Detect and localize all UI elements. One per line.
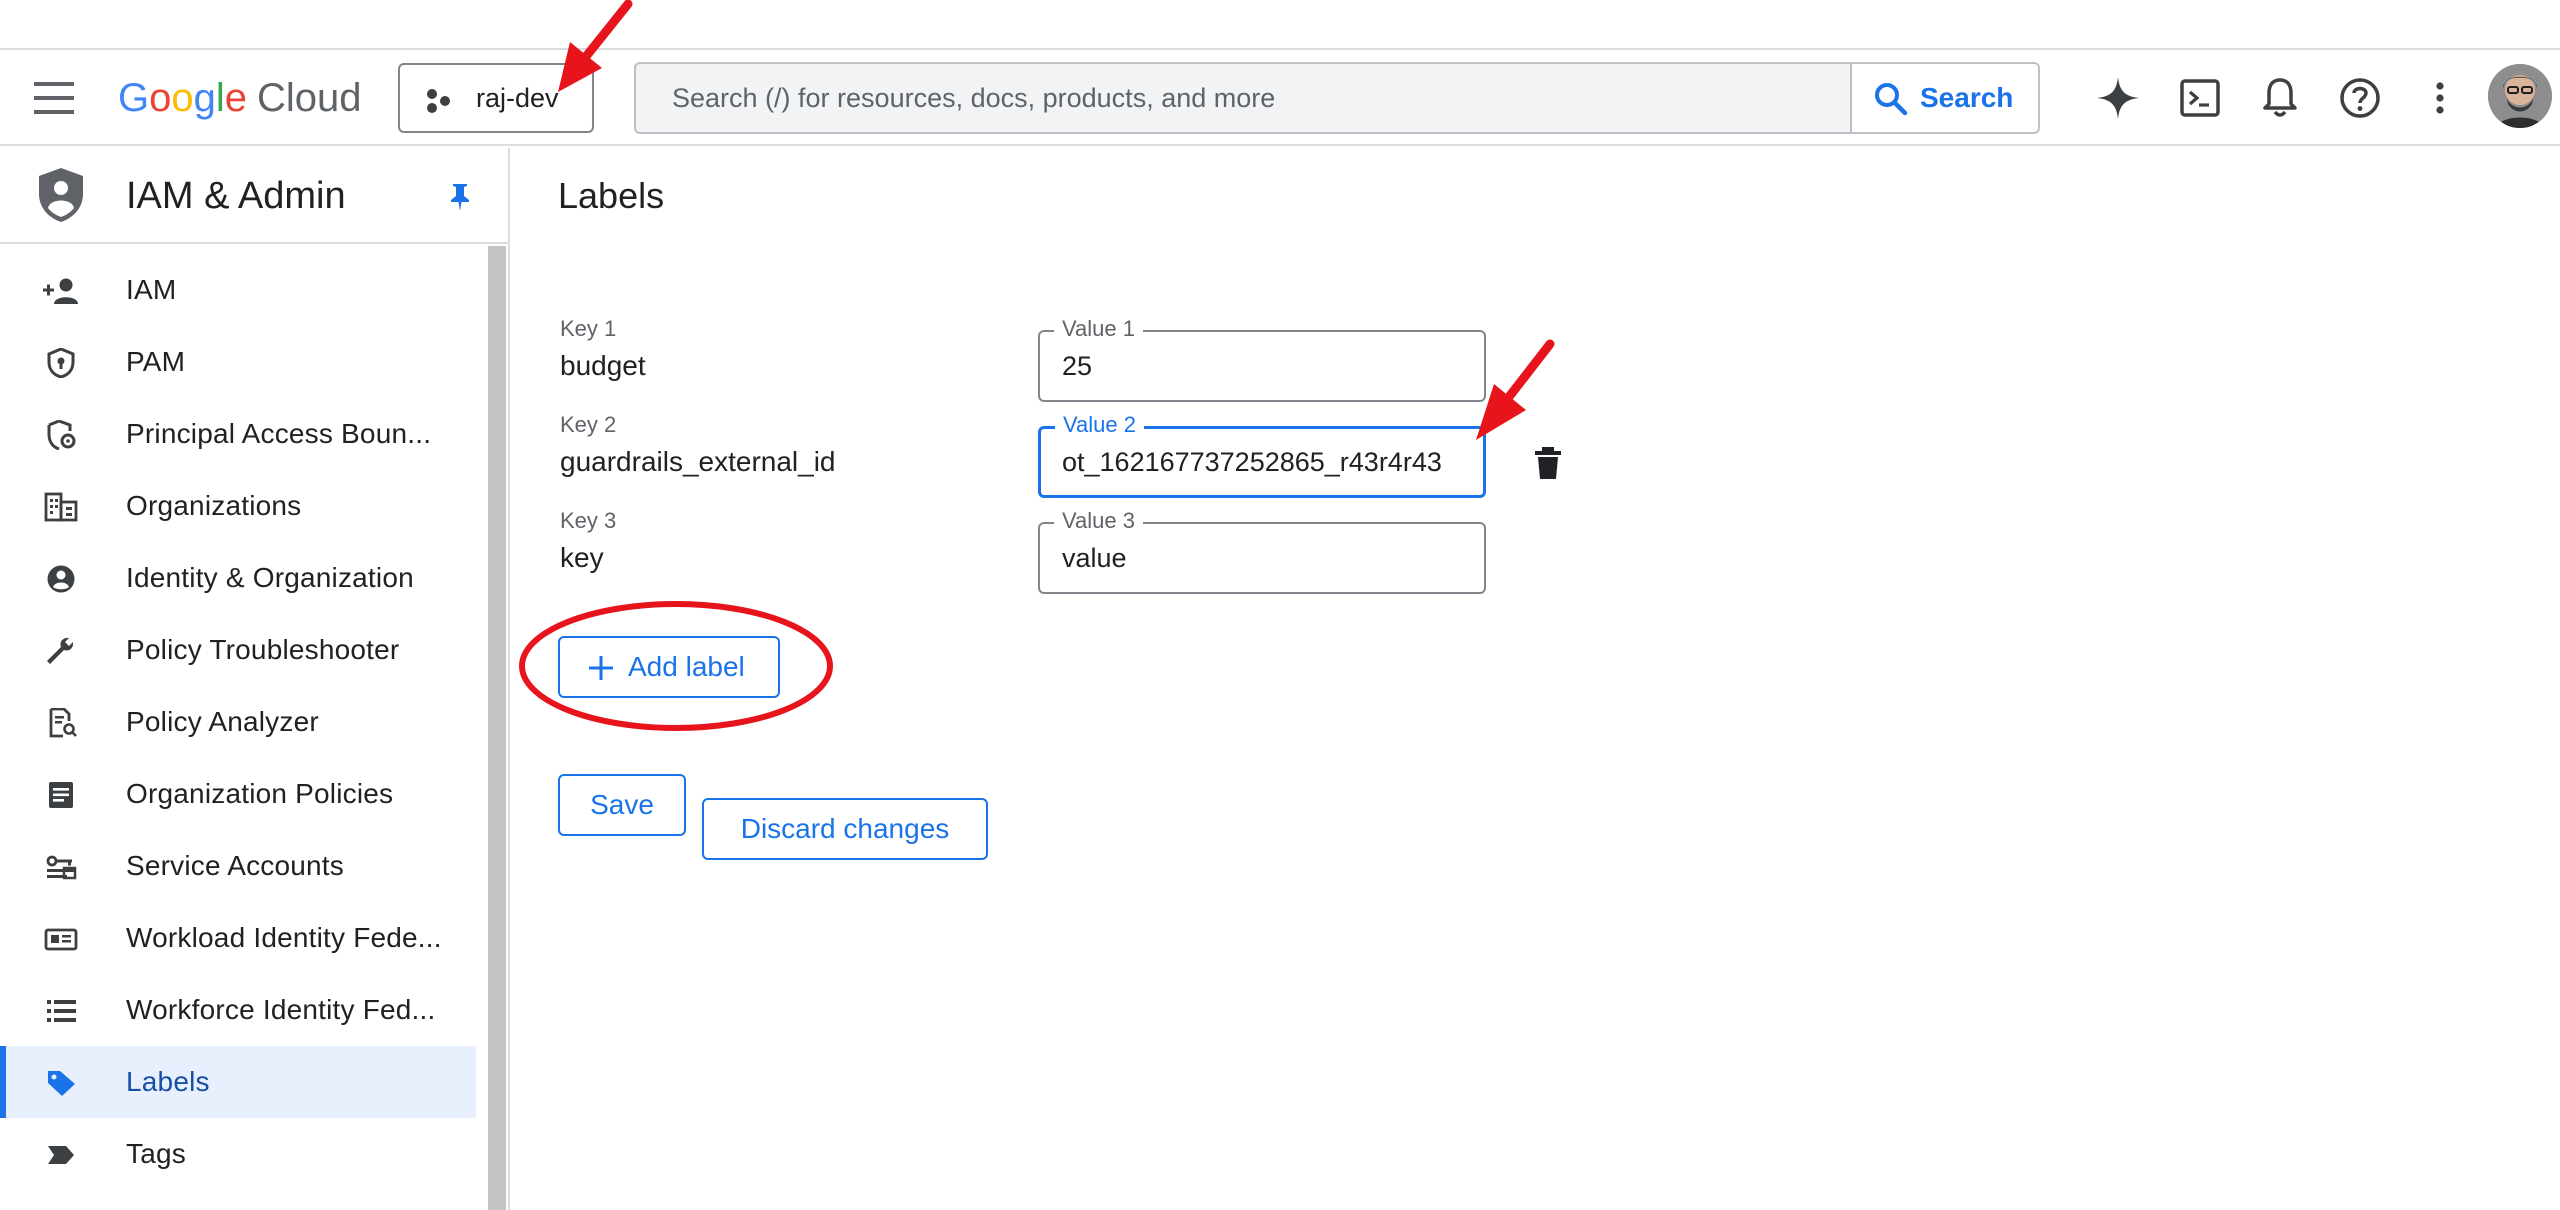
sidebar-item-workload-identity-federation[interactable]: Workload Identity Fede... <box>0 902 476 974</box>
add-label-text: Add label <box>628 651 745 682</box>
sidebar-item-tags[interactable]: Tags <box>0 1118 476 1190</box>
id-card-icon <box>42 924 80 954</box>
sidebar-item-label: Organizations <box>126 490 302 521</box>
person-add-icon <box>42 276 80 306</box>
project-name: raj-dev <box>476 83 559 113</box>
sidebar-item-iam[interactable]: IAM <box>0 254 476 326</box>
discard-button-label: Discard changes <box>740 813 950 844</box>
delete-label-2-icon[interactable] <box>1532 446 1564 480</box>
pin-icon[interactable] <box>446 182 474 212</box>
sidebar-item-label: Organization Policies <box>126 778 394 809</box>
value-1-field: Value 1 <box>1038 316 1486 402</box>
key-caption: Key 1 <box>560 316 617 341</box>
sidebar-item-pam[interactable]: PAM <box>0 326 476 398</box>
browser-top-strip <box>0 0 2560 50</box>
label-key-1: Key 1 budget <box>560 316 646 384</box>
sidebar-item-policy-analyzer[interactable]: Policy Analyzer <box>0 686 476 758</box>
add-label-button[interactable]: Add label <box>558 636 780 698</box>
value-2-input[interactable] <box>1041 429 1483 495</box>
sidebar-item-identity-organization[interactable]: Identity & Organization <box>0 542 476 614</box>
sidebar-item-label: Tags <box>126 1138 186 1169</box>
sidebar-divider <box>508 148 510 1210</box>
sidebar-item-label: Service Accounts <box>126 850 344 881</box>
sidebar-scrollbar[interactable] <box>488 246 506 1210</box>
document-search-icon <box>42 708 80 738</box>
page-title: Labels <box>558 175 665 216</box>
value-3-field: Value 3 <box>1038 508 1486 594</box>
search-bar: Search <box>634 62 2040 134</box>
sidebar-item-label: Workforce Identity Fed... <box>126 994 436 1025</box>
value-3-input[interactable] <box>1040 524 1484 592</box>
key-text: guardrails_external_id <box>560 446 836 477</box>
plus-icon <box>588 655 614 681</box>
sidebar-item-workforce-identity-federation[interactable]: Workforce Identity Fed... <box>0 974 476 1046</box>
discard-changes-button[interactable]: Discard changes <box>702 798 988 860</box>
label-key-2: Key 2 guardrails_external_id <box>560 412 836 480</box>
business-icon <box>42 492 80 522</box>
search-input[interactable] <box>636 64 1850 132</box>
project-icon <box>426 89 452 113</box>
key-caption: Key 2 <box>560 412 617 437</box>
sidebar-item-organizations[interactable]: Organizations <box>0 470 476 542</box>
tag-arrow-icon <box>42 1140 80 1170</box>
search-icon <box>1874 82 1908 116</box>
account-circle-icon <box>42 564 80 594</box>
value-2-field: Value 2 <box>1038 412 1486 498</box>
notifications-bell-icon[interactable] <box>2256 74 2304 122</box>
shield-lock-icon <box>42 348 80 378</box>
search-button-label: Search <box>1920 82 2014 113</box>
sidebar-item-label: Principal Access Boun... <box>126 418 432 449</box>
top-app-bar: Google Cloud raj-dev Search <box>0 50 2560 146</box>
label-key-3: Key 3 key <box>560 508 616 576</box>
cloud-shell-icon[interactable] <box>2176 74 2224 122</box>
sidebar-item-label: Identity & Organization <box>126 562 414 593</box>
key-caption: Key 3 <box>560 508 617 533</box>
sidebar-item-label: Labels <box>126 1066 210 1097</box>
sidebar-item-organization-policies[interactable]: Organization Policies <box>0 758 476 830</box>
search-button[interactable]: Search <box>1850 64 2038 132</box>
article-icon <box>42 780 80 810</box>
google-cloud-logo[interactable]: Google Cloud <box>118 72 362 124</box>
project-picker-button[interactable]: raj-dev <box>398 63 594 133</box>
sidebar-item-label: Policy Troubleshooter <box>126 634 400 665</box>
label-tag-icon <box>42 1068 80 1098</box>
iam-shield-icon <box>36 166 86 224</box>
logo-cloud-text: Cloud <box>257 76 362 120</box>
sidebar-item-service-accounts[interactable]: Service Accounts <box>0 830 476 902</box>
gemini-sparkle-icon[interactable] <box>2094 74 2142 122</box>
list-icon <box>42 996 80 1026</box>
product-header: IAM & Admin <box>0 148 508 244</box>
shield-settings-icon <box>42 420 80 450</box>
product-title: IAM & Admin <box>126 175 346 217</box>
sidebar-item-label: Workload Identity Fede... <box>126 922 442 953</box>
sidebar-item-label: PAM <box>126 346 186 377</box>
sidebar-item-label: Policy Analyzer <box>126 706 319 737</box>
account-avatar[interactable] <box>2488 64 2552 128</box>
sidebar-item-labels[interactable]: Labels <box>0 1046 476 1118</box>
sidebar-item-principal-access-boundary[interactable]: Principal Access Boun... <box>0 398 476 470</box>
sidebar-item-label: IAM <box>126 274 177 305</box>
save-button-label: Save <box>590 789 654 820</box>
main-menu-icon[interactable] <box>30 80 78 116</box>
save-button[interactable]: Save <box>558 774 686 836</box>
key-text: budget <box>560 350 646 381</box>
more-vert-icon[interactable] <box>2416 74 2464 122</box>
wrench-icon <box>42 636 80 666</box>
help-icon[interactable] <box>2336 74 2384 122</box>
key-text: key <box>560 542 604 573</box>
service-account-icon <box>42 852 80 882</box>
value-1-input[interactable] <box>1040 332 1484 400</box>
sidebar-nav: IAM PAM Principal Access Boun... Organiz… <box>0 254 476 1190</box>
logo-google-text: G <box>118 76 150 120</box>
sidebar-item-policy-troubleshooter[interactable]: Policy Troubleshooter <box>0 614 476 686</box>
